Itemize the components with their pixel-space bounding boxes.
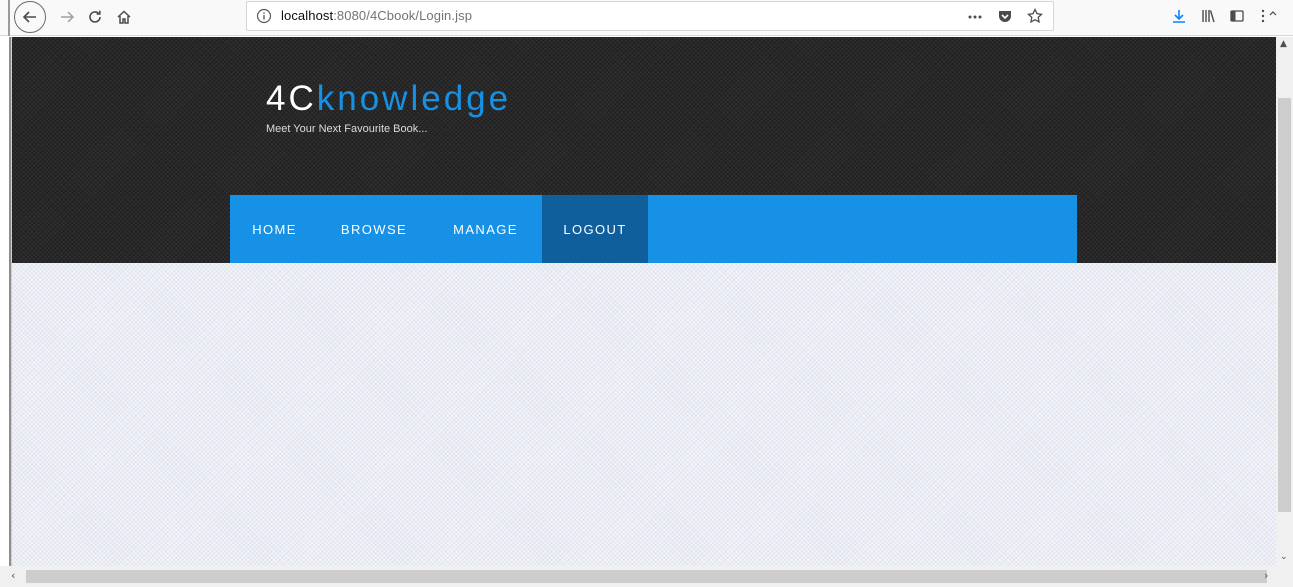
site-tagline: Meet Your Next Favourite Book... <box>266 123 428 135</box>
main-nav: HOME BROWSE MANAGE LOGOUT <box>230 195 1077 263</box>
horizontal-scroll-thumb[interactable] <box>26 570 1267 583</box>
nav-logout[interactable]: LOGOUT <box>542 195 648 263</box>
left-window-edge <box>0 37 12 566</box>
page-viewport: 4Cknowledge Meet Your Next Favourite Boo… <box>0 37 1276 566</box>
window-edge <box>8 0 10 36</box>
url-text[interactable]: localhost:8080/4Cbook/Login.jsp <box>281 8 472 23</box>
back-arrow-icon <box>22 11 36 23</box>
scrollbar-corner <box>1276 566 1293 587</box>
home-icon <box>117 10 131 24</box>
sidebar-icon <box>1230 10 1244 22</box>
bookmark-button[interactable] <box>1025 6 1045 26</box>
library-button[interactable] <box>1196 4 1220 28</box>
url-path: :8080/4Cbook/Login.jsp <box>333 8 473 23</box>
horizontal-scrollbar[interactable]: ‹ › <box>0 566 1293 587</box>
bookmark-star-icon <box>1027 8 1043 24</box>
url-actions <box>965 6 1045 26</box>
forward-button[interactable] <box>52 2 82 32</box>
home-button[interactable] <box>109 2 139 32</box>
back-button[interactable] <box>14 1 46 33</box>
vertical-scrollbar[interactable]: ▲ ⌄ <box>1276 37 1293 566</box>
reload-button[interactable] <box>80 2 110 32</box>
library-icon <box>1202 10 1215 23</box>
forward-arrow-icon <box>61 11 75 23</box>
pocket-button[interactable] <box>995 6 1015 26</box>
pocket-icon <box>999 11 1011 22</box>
site-logo[interactable]: 4Cknowledge <box>266 79 511 119</box>
scroll-right-arrow-icon[interactable]: › <box>1264 569 1268 582</box>
logo-text-4c: 4C <box>266 79 317 118</box>
more-actions-button[interactable] <box>965 6 985 26</box>
reload-icon <box>89 10 101 23</box>
nav-home[interactable]: HOME <box>230 195 319 263</box>
info-icon[interactable] <box>256 8 272 24</box>
vertical-scroll-thumb[interactable] <box>1278 98 1291 512</box>
overflow-menu-button[interactable] <box>1257 4 1287 28</box>
scroll-left-arrow-icon[interactable]: ‹ <box>11 569 15 582</box>
sidebar-button[interactable] <box>1225 4 1249 28</box>
url-host: localhost <box>281 8 334 23</box>
site-header: 4Cknowledge Meet Your Next Favourite Boo… <box>12 37 1276 263</box>
url-bar[interactable]: localhost:8080/4Cbook/Login.jsp <box>246 1 1054 31</box>
nav-manage[interactable]: MANAGE <box>429 195 542 263</box>
browser-toolbar: localhost:8080/4Cbook/Login.jsp <box>0 0 1293 36</box>
download-icon <box>1173 10 1185 23</box>
more-actions-icon <box>968 15 982 19</box>
overflow-menu-icon <box>1261 9 1277 23</box>
nav-browse[interactable]: BROWSE <box>319 195 429 263</box>
scroll-down-arrow-icon[interactable]: ⌄ <box>1280 552 1288 562</box>
scroll-up-arrow-icon[interactable]: ▲ <box>1280 39 1287 49</box>
logo-text-knowledge: knowledge <box>316 79 512 118</box>
download-button[interactable] <box>1167 4 1191 28</box>
main-content-area <box>12 263 1276 566</box>
